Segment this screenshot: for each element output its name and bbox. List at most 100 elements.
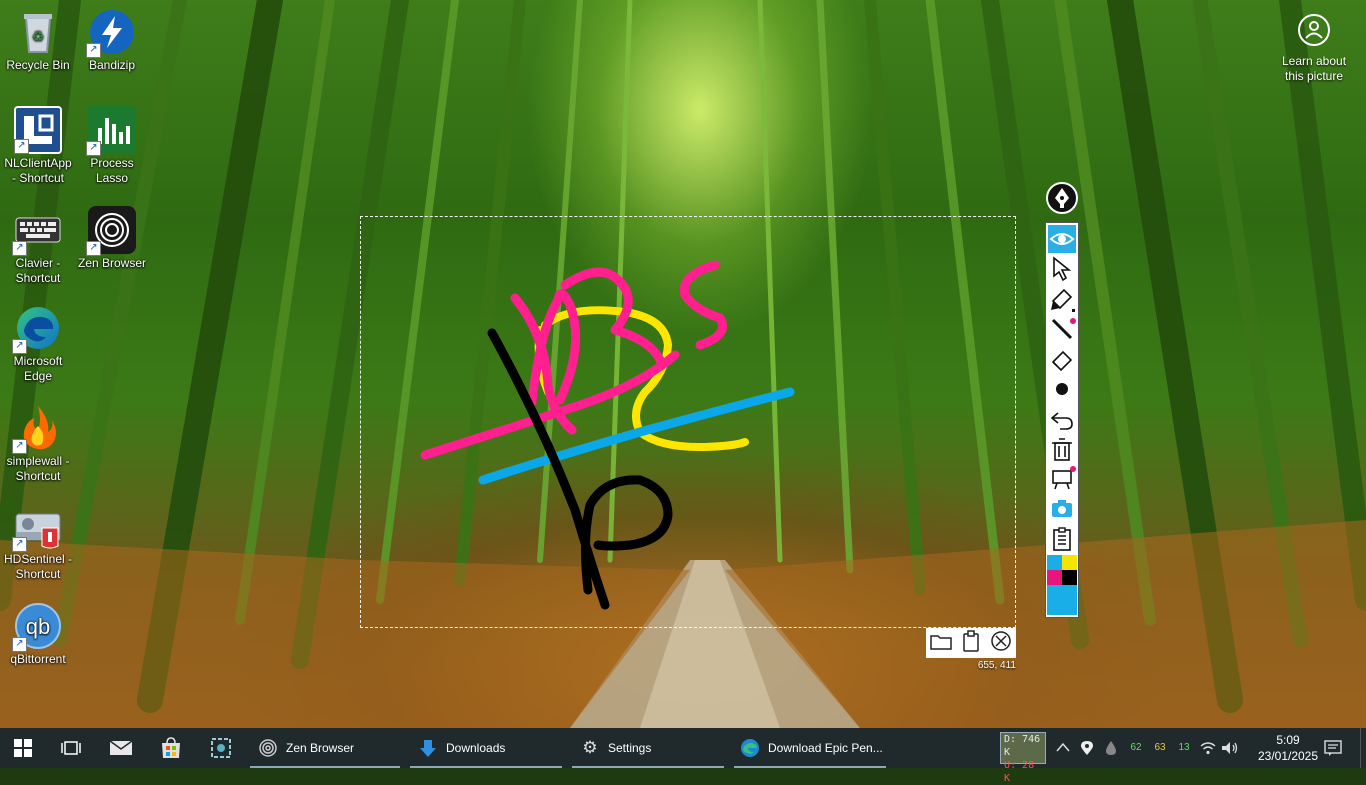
color-swatch-pink[interactable] — [1047, 570, 1062, 585]
svg-text:♻: ♻ — [32, 28, 45, 44]
tray-monitor-3[interactable]: 13 — [1174, 728, 1194, 768]
desktop-icon-label: Microsoft Edge — [13, 354, 63, 383]
zen-browser-icon — [258, 738, 278, 758]
color-swatch-black[interactable] — [1062, 570, 1077, 585]
desktop-icon-label: Zen Browser — [77, 256, 147, 270]
eye-icon[interactable] — [1048, 225, 1076, 253]
desktop-icon-label: Clavier - Shortcut — [15, 256, 61, 285]
snipping-tool-icon[interactable] — [198, 728, 244, 768]
desktop-icon-nlclientapp[interactable]: ↗ NLClientApp - Shortcut — [1, 106, 75, 186]
desktop-icon-label: Bandizip — [88, 58, 136, 72]
taskbar-app-zen-browser[interactable]: Zen Browser — [250, 728, 400, 768]
desktop-icon-label: NLClientApp - Shortcut — [4, 156, 72, 185]
current-color-swatch[interactable] — [1047, 585, 1077, 615]
desktop-icon-recycle-bin[interactable]: ♻ Recycle Bin — [1, 8, 75, 73]
taskbar-app-label: Zen Browser — [286, 741, 355, 755]
desktop-icon-label: simplewall - Shortcut — [6, 454, 70, 483]
recycle-bin-icon: ♻ — [14, 8, 62, 56]
taskbar-app-settings[interactable]: ⚙ Settings — [572, 728, 724, 768]
shortcut-arrow-icon: ↗ — [86, 141, 101, 156]
qbittorrent-icon: qb ↗ — [12, 602, 62, 652]
net-upload-value: U: 28 K — [1004, 760, 1035, 784]
shortcut-arrow-icon: ↗ — [86, 43, 101, 58]
task-view-icon[interactable] — [48, 728, 94, 768]
tray-monitor-1[interactable]: 62 — [1126, 728, 1146, 768]
desktop-icon-label: Recycle Bin — [6, 58, 70, 72]
windows-start-icon[interactable] — [0, 728, 46, 768]
shortcut-arrow-icon: ↗ — [12, 537, 27, 552]
color-swatch-yellow[interactable] — [1062, 555, 1077, 570]
volume-icon[interactable] — [1220, 728, 1240, 768]
desktop-icon-label: qBittorrent — [10, 652, 66, 666]
clock-time: 5:09 — [1276, 733, 1300, 747]
wifi-icon[interactable] — [1198, 728, 1218, 768]
highlighter-icon[interactable] — [1048, 285, 1076, 313]
epic-pen-toolbar — [1045, 222, 1079, 618]
close-circle-icon[interactable] — [989, 630, 1013, 657]
keyboard-icon: ↗ — [12, 206, 62, 256]
show-desktop-button[interactable] — [1360, 728, 1366, 768]
desktop-icon-simplewall[interactable]: ↗ simplewall - Shortcut — [1, 404, 75, 484]
clock-date: 23/01/2025 — [1257, 749, 1319, 763]
notifications-icon[interactable] — [1322, 728, 1344, 768]
tray-monitor-2[interactable]: 63 — [1150, 728, 1170, 768]
edge-icon: ↗ — [12, 304, 62, 354]
shortcut-arrow-icon: ↗ — [12, 439, 27, 454]
desktop-icon-microsoft-edge[interactable]: ↗ Microsoft Edge — [1, 304, 75, 384]
drop-icon[interactable] — [1102, 728, 1120, 768]
eraser-icon[interactable] — [1048, 345, 1076, 373]
store-icon[interactable] — [148, 728, 194, 768]
taskbar-app-label: Downloads — [446, 741, 506, 755]
edge-icon — [740, 738, 760, 758]
svg-text:qb: qb — [26, 614, 50, 639]
cursor-icon[interactable] — [1048, 255, 1076, 283]
person-icon — [1298, 14, 1330, 46]
desktop-icon-label: Process Lasso — [90, 156, 134, 185]
desktop-icon-zen-browser[interactable]: ↗ Zen Browser — [75, 206, 149, 271]
trash-icon[interactable] — [1048, 435, 1076, 463]
shortcut-arrow-icon: ↗ — [14, 139, 29, 154]
desktop-icon-process-lasso[interactable]: ↗ Process Lasso — [75, 106, 149, 186]
color-swatch-blue[interactable] — [1047, 555, 1062, 570]
dot-icon[interactable] — [1048, 375, 1076, 403]
flame-icon: ↗ — [12, 404, 62, 454]
learn-about-picture-label: Learn about this picture — [1281, 54, 1347, 83]
taskbar-app-label: Settings — [608, 741, 652, 755]
clipboard-icon[interactable] — [959, 629, 983, 657]
whiteboard-icon[interactable] — [1048, 465, 1076, 493]
taskbar-app-edge[interactable]: Download Epic Pen... — [734, 728, 886, 768]
shortcut-arrow-icon: ↗ — [12, 339, 27, 354]
shortcut-arrow-icon: ↗ — [12, 241, 27, 256]
desktop-icon-label: HDSentinel - Shortcut — [3, 552, 73, 581]
capture-toolbar — [926, 628, 1016, 658]
taskbar-clock[interactable]: 5:09 23/01/2025 — [1256, 732, 1320, 764]
desktop-icon-bandizip[interactable]: ↗ Bandizip — [75, 8, 149, 73]
gear-icon: ⚙ — [582, 738, 598, 757]
mail-icon[interactable] — [98, 728, 144, 768]
capture-selection-area[interactable] — [360, 216, 1016, 628]
net-download-value: D: 746 K — [1004, 734, 1041, 758]
bandizip-icon: ↗ — [86, 8, 136, 58]
process-lasso-icon: ↗ — [86, 106, 136, 156]
nlclientapp-icon: ↗ — [14, 106, 62, 154]
location-pin-icon[interactable] — [1078, 728, 1096, 768]
hard-drive-icon: ↗ — [12, 502, 62, 552]
folder-icon[interactable] — [929, 632, 953, 655]
pen-icon[interactable] — [1048, 315, 1076, 343]
network-meter[interactable]: D: 746 K U: 28 K — [1000, 732, 1046, 784]
shortcut-arrow-icon: ↗ — [12, 637, 27, 652]
camera-icon[interactable] — [1048, 495, 1076, 523]
desktop-icon-qbittorrent[interactable]: qb ↗ qBittorrent — [1, 602, 75, 667]
cursor-coordinates: 655, 411 — [977, 660, 1016, 671]
taskbar-app-downloads[interactable]: Downloads — [410, 728, 562, 768]
undo-icon[interactable] — [1048, 405, 1076, 433]
taskbar-app-label: Download Epic Pen... — [768, 741, 883, 755]
chevron-up-icon[interactable] — [1054, 728, 1072, 768]
shortcut-arrow-icon: ↗ — [86, 241, 101, 256]
clipboard-icon[interactable] — [1048, 525, 1076, 553]
download-arrow-icon — [418, 738, 438, 758]
desktop-icon-clavier[interactable]: ↗ Clavier - Shortcut — [1, 206, 75, 286]
epic-pen-logo-icon[interactable] — [1046, 182, 1078, 214]
learn-about-picture[interactable]: Learn about this picture — [1276, 12, 1352, 84]
desktop-icon-hdsentinel[interactable]: ↗ HDSentinel - Shortcut — [1, 502, 75, 582]
